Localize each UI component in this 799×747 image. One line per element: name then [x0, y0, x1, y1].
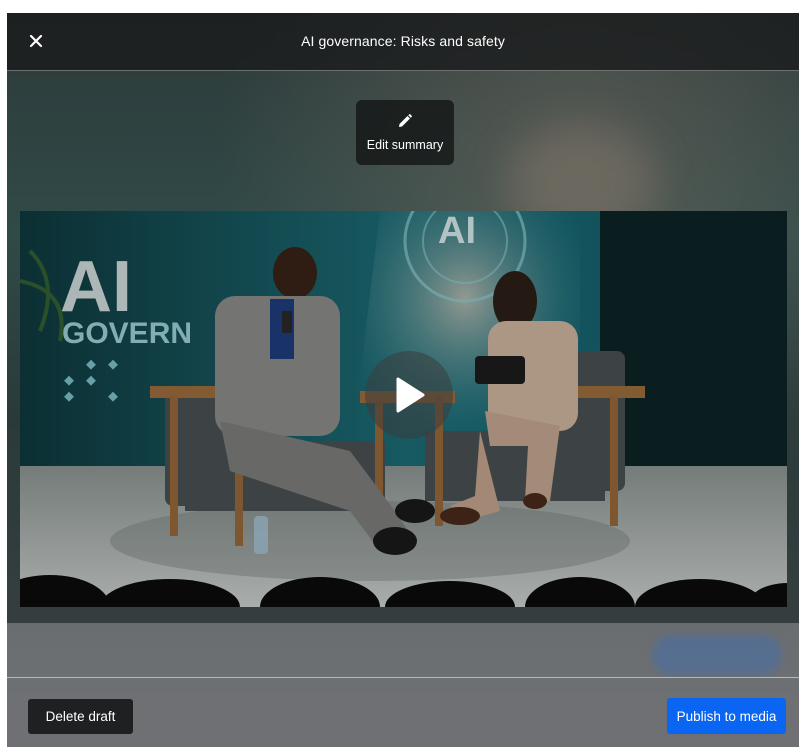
- video-player[interactable]: AI AI GOVERN: [20, 211, 787, 607]
- page-title: AI governance: Risks and safety: [301, 33, 505, 49]
- pencil-icon: [399, 113, 412, 127]
- edit-summary-button[interactable]: Edit summary: [356, 100, 454, 165]
- modal-header: AI governance: Risks and safety: [7, 13, 799, 71]
- play-icon: [396, 377, 425, 413]
- modal-footer: Delete draft Publish to media: [7, 677, 799, 747]
- play-button[interactable]: [365, 351, 453, 439]
- edit-summary-label: Edit summary: [366, 137, 444, 152]
- delete-draft-button[interactable]: Delete draft: [28, 699, 133, 734]
- publish-to-media-button[interactable]: Publish to media: [667, 698, 786, 734]
